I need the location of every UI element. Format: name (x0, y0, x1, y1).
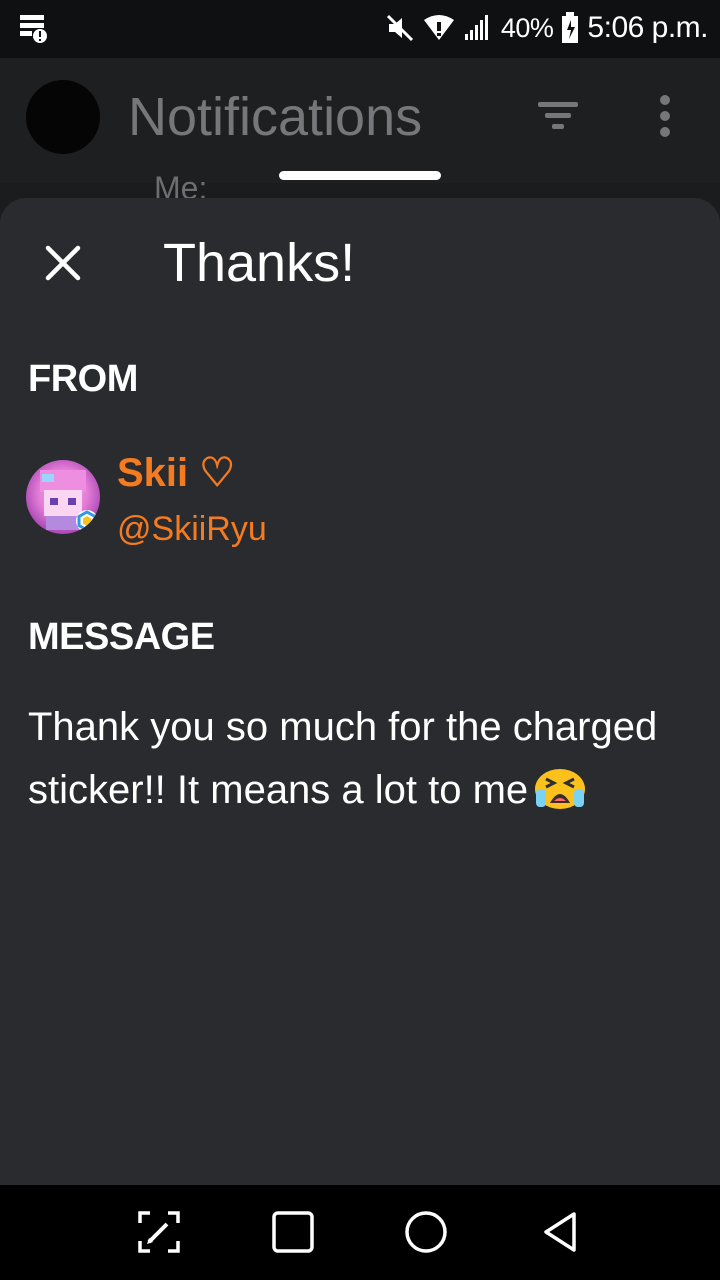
sheet-title: Thanks! (163, 233, 356, 293)
screenshot-edit-icon[interactable] (136, 1209, 182, 1255)
crying-face-emoji-icon (535, 769, 586, 809)
filter-icon[interactable] (536, 98, 580, 134)
message-body: Thank you so much for the charged sticke… (28, 696, 698, 822)
battery-icon (562, 12, 579, 43)
status-bar: 40% 5:06 p.m. (0, 0, 720, 58)
notification-sheet: Thanks! FROM Skii ♡ @SkiiRyu MESSAGE Tha… (0, 198, 720, 1185)
more-vertical-icon[interactable] (650, 94, 680, 138)
battery-percent: 40% (500, 12, 554, 43)
profile-avatar[interactable] (26, 80, 100, 154)
sheet-drag-handle[interactable] (279, 171, 441, 180)
user-handle[interactable]: @SkiiRyu (117, 510, 267, 549)
page-title: Notifications (128, 87, 423, 147)
wifi-icon (423, 15, 454, 40)
from-label: FROM (28, 358, 138, 400)
user-display-name[interactable]: Skii ♡ (117, 450, 235, 496)
signal-icon (464, 15, 488, 40)
notification-icon (20, 15, 47, 43)
app-header: Notifications (0, 58, 720, 183)
mute-icon (386, 14, 413, 42)
verified-badge-icon (76, 510, 98, 532)
recent-apps-icon[interactable] (270, 1209, 316, 1255)
back-icon[interactable] (538, 1209, 584, 1255)
home-icon[interactable] (403, 1209, 449, 1255)
message-label: MESSAGE (28, 616, 215, 658)
avatar[interactable] (26, 460, 100, 534)
system-navigation-bar (0, 1185, 720, 1280)
close-icon[interactable] (40, 240, 86, 286)
clock: 5:06 p.m. (587, 11, 708, 44)
